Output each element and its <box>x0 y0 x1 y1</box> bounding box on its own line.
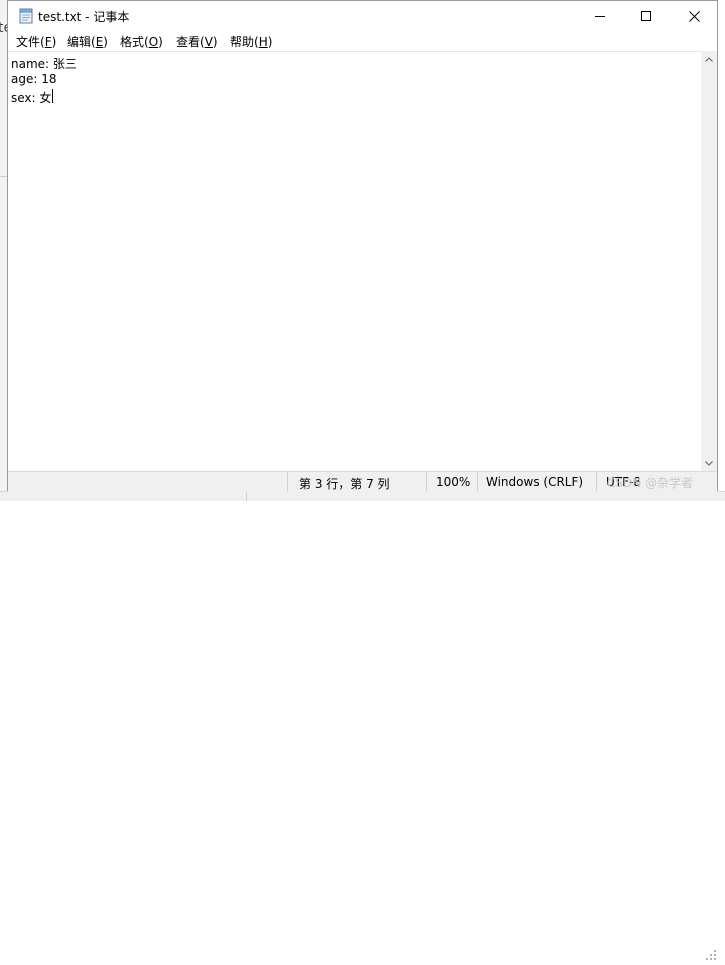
editor-line[interactable]: sex: 女 <box>11 89 51 106</box>
menu-file[interactable]: 文件(F) <box>16 33 56 50</box>
line-ending: Windows (CRLF) <box>486 475 584 489</box>
maximize-icon <box>641 11 651 21</box>
minimize-button[interactable] <box>577 1 623 31</box>
zoom-level: 100% <box>436 475 471 489</box>
menu-bar: 文件(F) 编辑(E) 格式(O) 查看(V) 帮助(H) <box>8 31 717 51</box>
chevron-up-icon <box>705 56 713 62</box>
text-editor[interactable]: name: 张三 age: 18 sex: 女 <box>8 51 701 472</box>
notepad-window: test.txt - 记事本 文件(F) 编辑(E) 格式(O) 查看(V) 帮… <box>7 0 718 960</box>
menu-format[interactable]: 格式(O) <box>120 33 163 50</box>
vertical-scrollbar[interactable] <box>701 51 717 471</box>
watermark-text: CSDN @杂学者 <box>607 476 694 490</box>
text-caret <box>52 89 53 103</box>
scroll-down-button[interactable] <box>701 455 717 471</box>
window-title: test.txt - 记事本 <box>38 10 130 24</box>
resize-grip-icon[interactable] <box>705 946 717 960</box>
menu-help[interactable]: 帮助(H) <box>230 33 272 50</box>
minimize-icon <box>595 16 605 17</box>
menu-view[interactable]: 查看(V) <box>176 33 218 50</box>
notepad-icon[interactable] <box>19 8 33 24</box>
maximize-button[interactable] <box>623 1 669 31</box>
close-icon <box>688 10 700 22</box>
menu-edit[interactable]: 编辑(E) <box>67 33 108 50</box>
cursor-position: 第 3 行，第 7 列 <box>299 477 390 491</box>
chevron-down-icon <box>705 460 713 466</box>
close-button[interactable] <box>671 1 717 31</box>
scroll-up-button[interactable] <box>701 51 717 67</box>
editor-line[interactable]: age: 18 <box>11 72 56 86</box>
title-bar[interactable]: test.txt - 记事本 <box>8 1 717 31</box>
editor-line[interactable]: name: 张三 <box>11 55 77 72</box>
